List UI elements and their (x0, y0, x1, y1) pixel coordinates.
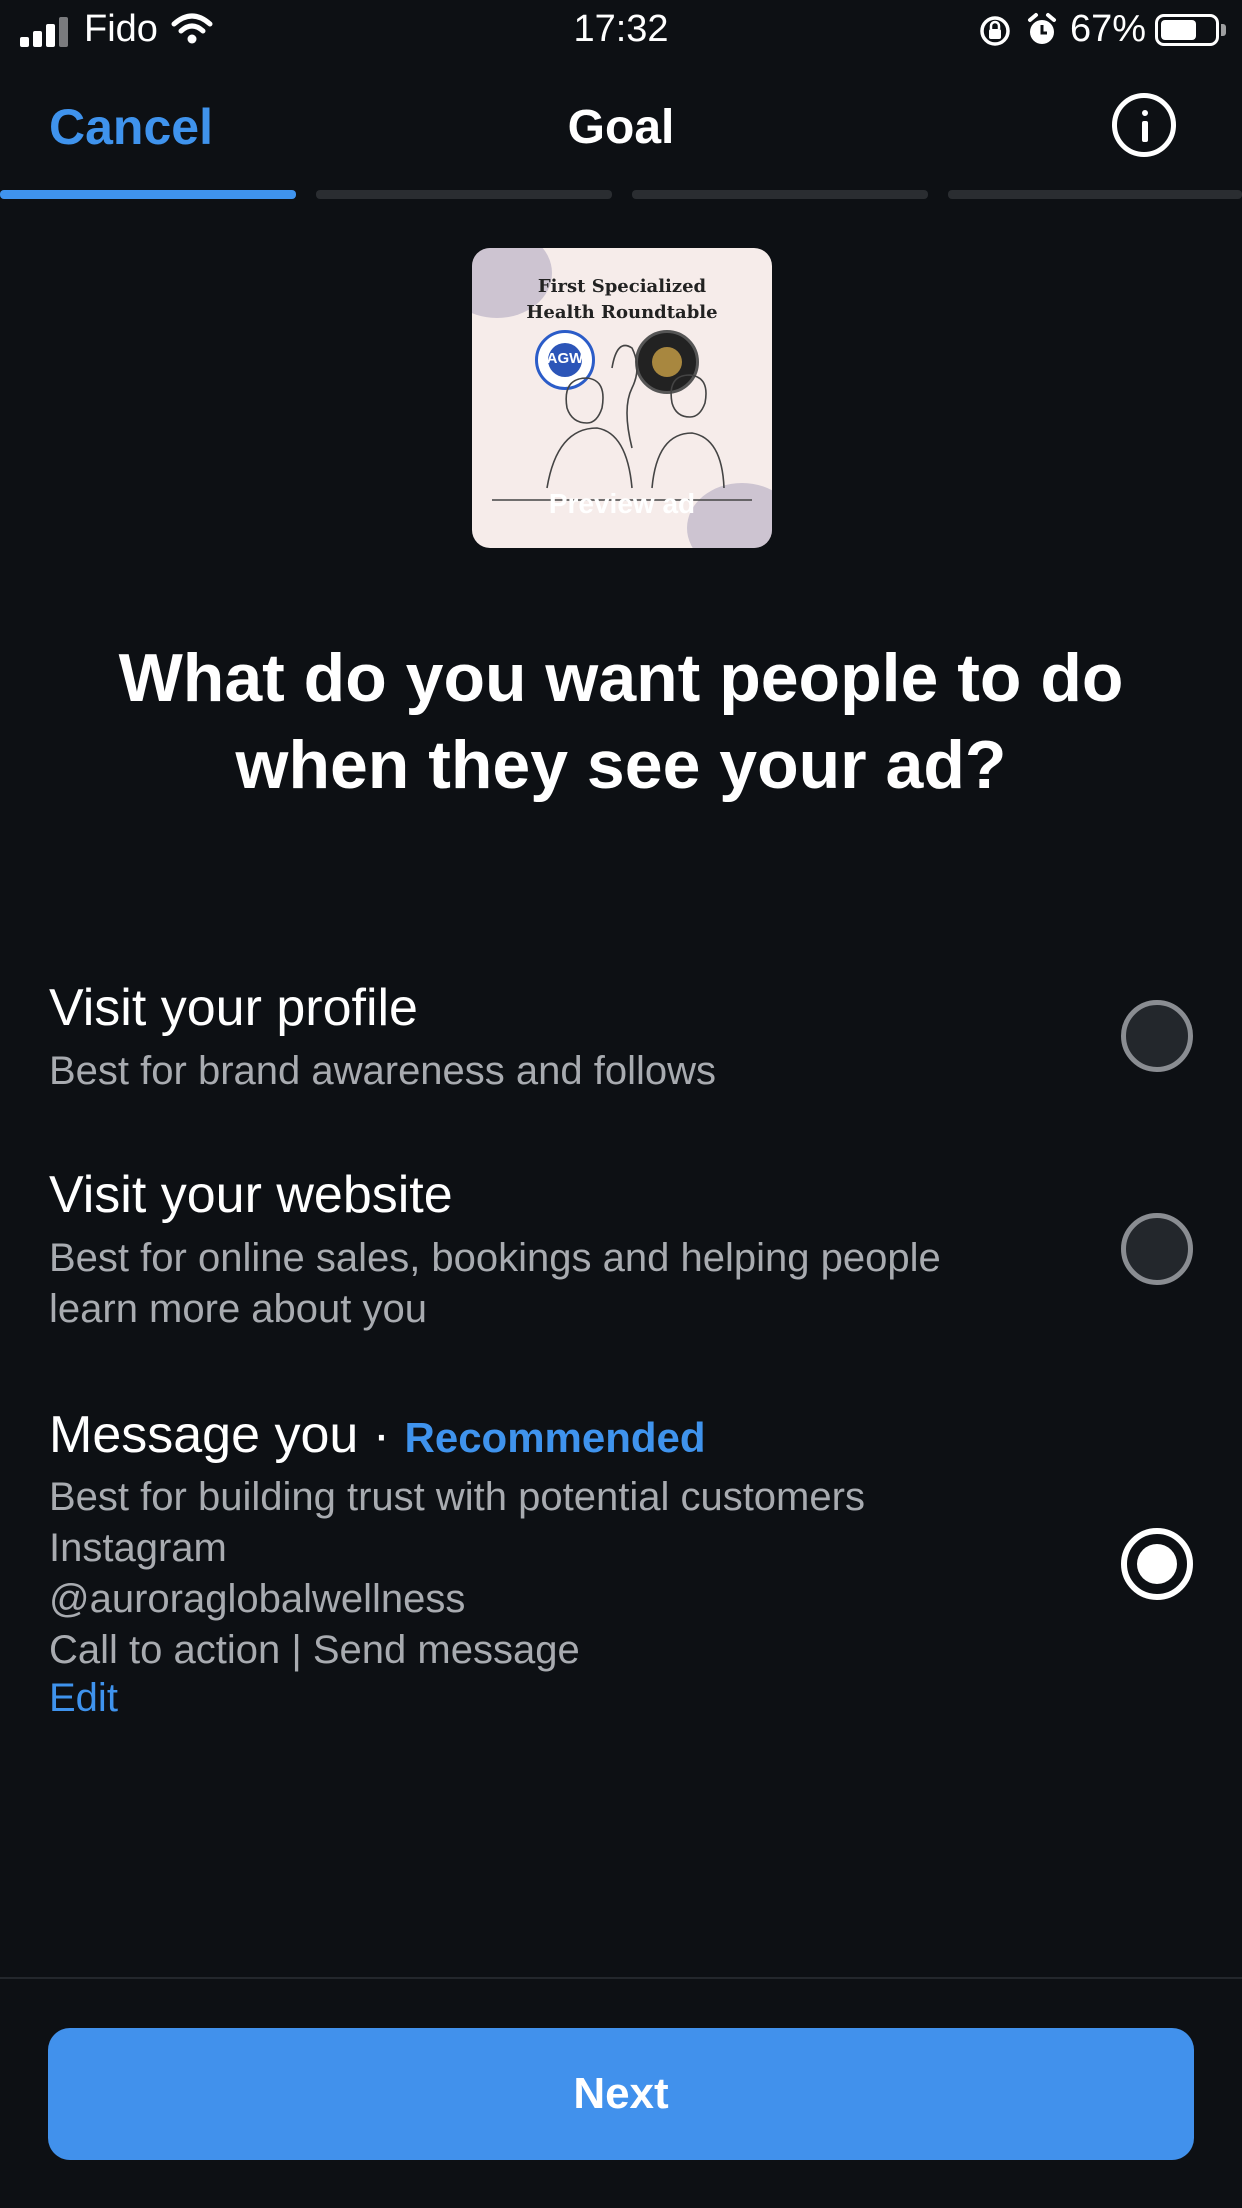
goal-question-heading: What do you want people to do when they … (118, 640, 1124, 803)
option-title: Message you · Recommended (49, 1406, 706, 1464)
next-button[interactable]: Next (48, 2028, 1194, 2160)
option-title: Visit your website (49, 1166, 453, 1224)
radio-visit-website[interactable] (1121, 1213, 1193, 1285)
rotation-lock-icon (980, 16, 1010, 46)
platform-label: Instagram (49, 1526, 227, 1570)
progress-segment-4 (948, 190, 1242, 199)
progress-segment-1 (0, 190, 296, 199)
progress-segment-3 (632, 190, 928, 199)
edit-link[interactable]: Edit (49, 1676, 118, 1721)
preview-ad-label: Preview ad (548, 488, 696, 519)
call-to-action-label: Call to action | Send message (49, 1628, 580, 1672)
progress-segment-2 (316, 190, 612, 199)
option-subtitle: Best for brand awareness and follows (49, 1049, 717, 1093)
battery-percent: 67% (1070, 8, 1147, 50)
ad-preview-card[interactable]: First Specialized Health Roundtable AGW … (472, 248, 772, 548)
radio-message-you[interactable] (1121, 1528, 1193, 1600)
status-bar: Fido 17:32 67% (0, 0, 1242, 62)
option-subtitle: Best for online sales, bookings and help… (49, 1236, 941, 1331)
battery-cap (1221, 24, 1226, 36)
option-title: Visit your profile (49, 979, 418, 1037)
info-icon[interactable] (1112, 93, 1176, 157)
account-handle: @auroraglobalwellness (49, 1577, 466, 1621)
battery-icon (1155, 14, 1219, 46)
page-title: Goal (567, 101, 675, 154)
recommended-badge: Recommended (404, 1414, 706, 1461)
divider (0, 1977, 1242, 1979)
option-subtitle: Best for building trust with potential c… (49, 1472, 865, 1676)
radio-visit-profile[interactable] (1121, 1000, 1193, 1072)
alarm-icon (1028, 13, 1056, 44)
